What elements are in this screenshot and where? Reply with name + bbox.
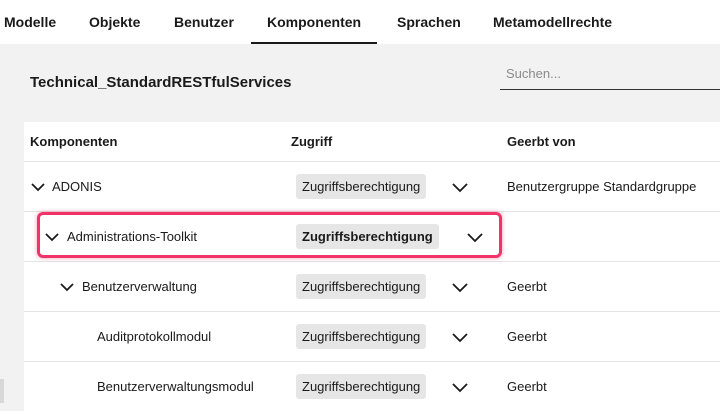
inherited-from: Geerbt (507, 279, 547, 294)
table-row: Auditprotokollmodul Zugriffsberechtigung… (24, 312, 720, 362)
tab-komponenten[interactable]: Komponenten (250, 0, 378, 44)
tab-benutzer[interactable]: Benutzer (174, 0, 234, 44)
component-name: Administrations-Toolkit (67, 229, 198, 244)
tab-modelle[interactable]: Modelle (4, 0, 56, 44)
access-select[interactable]: Zugriffsberechtigung (296, 274, 427, 299)
column-header-komponenten: Komponenten (30, 134, 118, 149)
column-header-geerbt-von: Geerbt von (507, 134, 576, 149)
table-row: Benutzerverwaltung Zugriffsberechtigung … (24, 262, 720, 312)
inherited-from: Geerbt (507, 379, 547, 394)
table-row: ADONIS Zugriffsberechtigung Benutzergrup… (24, 162, 720, 212)
tab-sprachen[interactable]: Sprachen (397, 0, 461, 44)
chevron-down-icon[interactable] (31, 180, 45, 194)
inherited-from: Geerbt (507, 329, 547, 344)
panel-title: Technical_StandardRESTfulServices (30, 74, 292, 91)
table-row: Benutzerverwaltungsmodul Zugriffsberecht… (24, 362, 720, 411)
table-row: Administrations-Toolkit Zugriffsberechti… (24, 212, 720, 262)
chevron-down-icon[interactable] (452, 180, 468, 194)
components-panel: Technical_StandardRESTfulServices Kompon… (24, 44, 720, 411)
scroll-edge-marker (0, 379, 4, 403)
chevron-down-icon[interactable] (45, 230, 59, 244)
inherited-from: Benutzergruppe Standardgruppe (507, 179, 697, 194)
component-name: Benutzerverwaltungsmodul (97, 379, 254, 394)
chevron-down-icon[interactable] (452, 330, 468, 344)
access-select[interactable]: Zugriffsberechtigung (296, 224, 439, 249)
chevron-down-icon[interactable] (452, 280, 468, 294)
tab-objekte[interactable]: Objekte (89, 0, 140, 44)
chevron-down-icon[interactable] (60, 280, 74, 294)
access-select[interactable]: Zugriffsberechtigung (296, 374, 427, 399)
access-select[interactable]: Zugriffsberechtigung (296, 174, 427, 199)
permissions-table: Komponenten Zugriff Geerbt von ADONIS Zu… (24, 122, 720, 411)
chevron-down-icon[interactable] (467, 230, 483, 244)
column-header-zugriff: Zugriff (291, 134, 333, 149)
tab-metamodellrechte[interactable]: Metamodellrechte (493, 0, 612, 44)
chevron-down-icon[interactable] (452, 380, 468, 394)
tab-bar: Modelle Objekte Benutzer Komponenten Spr… (0, 0, 720, 44)
component-name: ADONIS (52, 179, 102, 194)
search-input[interactable] (500, 58, 720, 90)
table-header: Komponenten Zugriff Geerbt von (24, 122, 720, 162)
component-name: Auditprotokollmodul (97, 329, 212, 344)
component-name: Benutzerverwaltung (82, 279, 197, 294)
access-select[interactable]: Zugriffsberechtigung (296, 324, 427, 349)
